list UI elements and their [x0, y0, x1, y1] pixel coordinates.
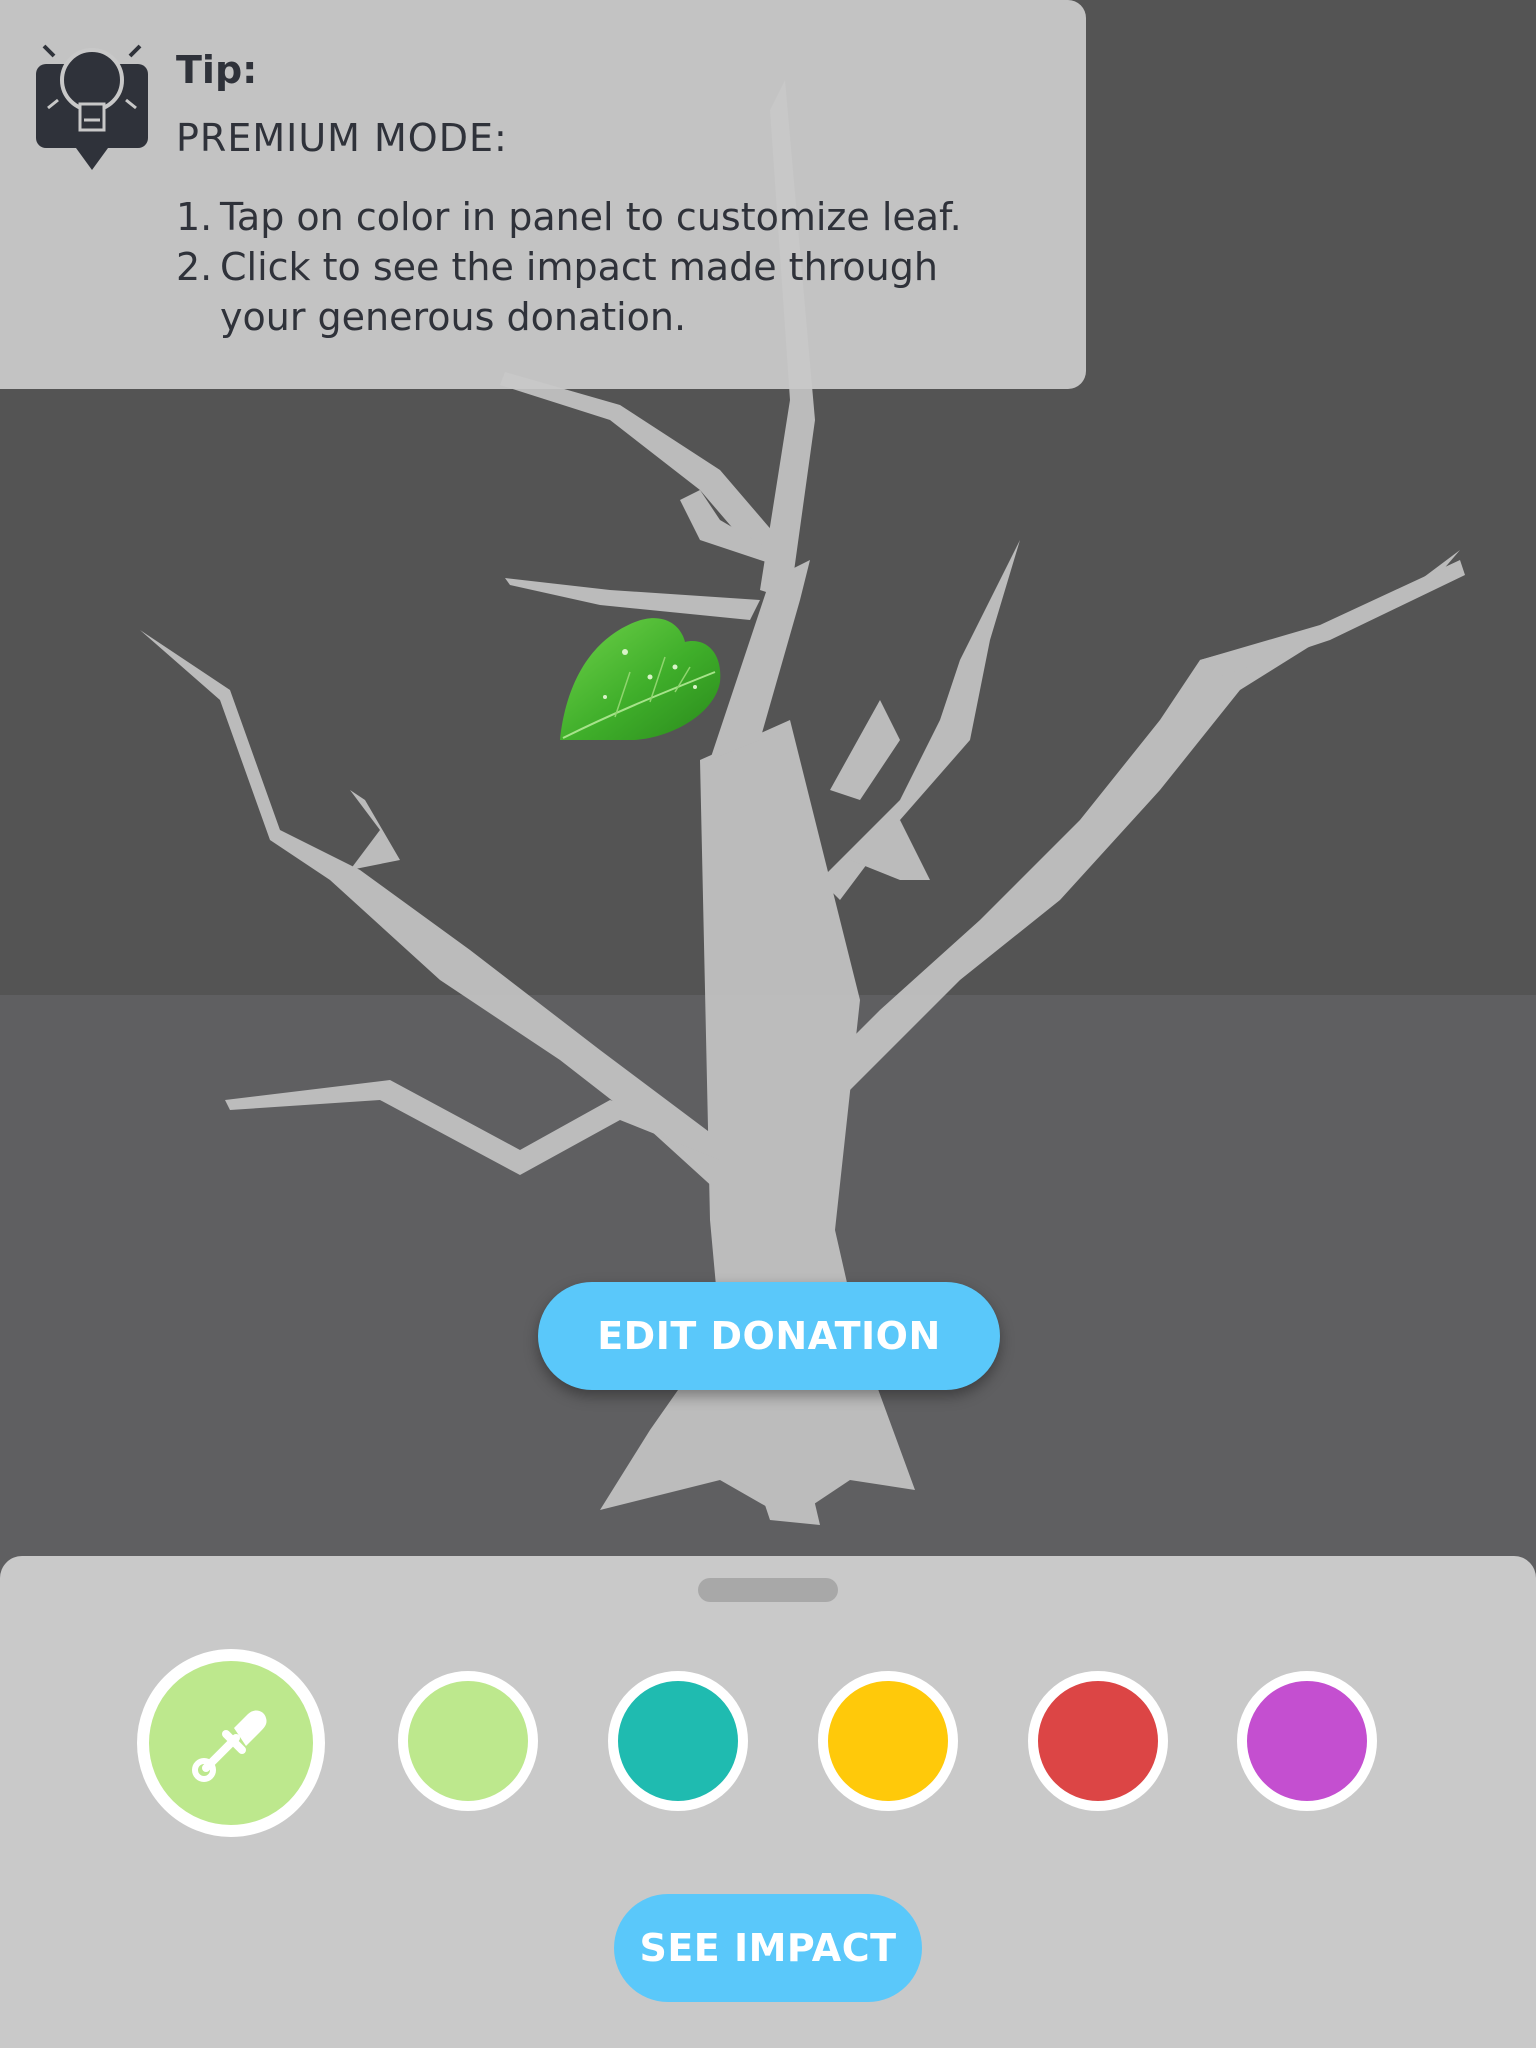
tip-step-2: 2. Click to see the impact made through y…: [176, 242, 1056, 342]
color-swatch-yellow[interactable]: [818, 1671, 958, 1811]
see-impact-button[interactable]: SEE IMPACT: [614, 1894, 922, 2002]
tip-heading: PREMIUM MODE:: [176, 116, 508, 160]
tip-title: Tip:: [176, 48, 258, 92]
edit-donation-button[interactable]: EDIT DONATION: [538, 1282, 1000, 1390]
tip-step-2-text-line1: Click to see the impact made through: [220, 245, 938, 289]
panel-drag-handle[interactable]: [698, 1578, 838, 1602]
eyedropper-icon: [192, 1710, 267, 1782]
color-panel: SEE IMPACT: [0, 1556, 1536, 2048]
leaf-image: [560, 618, 721, 740]
tip-card: Tip: PREMIUM MODE: 1. Tap on color in pan…: [0, 0, 1086, 389]
tip-step-2-number: 2.: [176, 245, 213, 289]
color-swatch-red[interactable]: [1028, 1671, 1168, 1811]
tip-step-1-number: 1.: [176, 195, 213, 239]
color-picker-button[interactable]: [137, 1649, 325, 1837]
color-swatch-teal[interactable]: [608, 1671, 748, 1811]
tip-step-1-text: Tap on color in panel to customize leaf.: [220, 195, 962, 239]
tip-step-2-text-line2: your generous donation.: [220, 295, 687, 339]
color-swatch-purple[interactable]: [1237, 1671, 1377, 1811]
color-swatch-light-green[interactable]: [398, 1671, 538, 1811]
tip-step-1: 1. Tap on color in panel to customize lea…: [176, 192, 962, 242]
lightbulb-icon: [36, 44, 148, 170]
